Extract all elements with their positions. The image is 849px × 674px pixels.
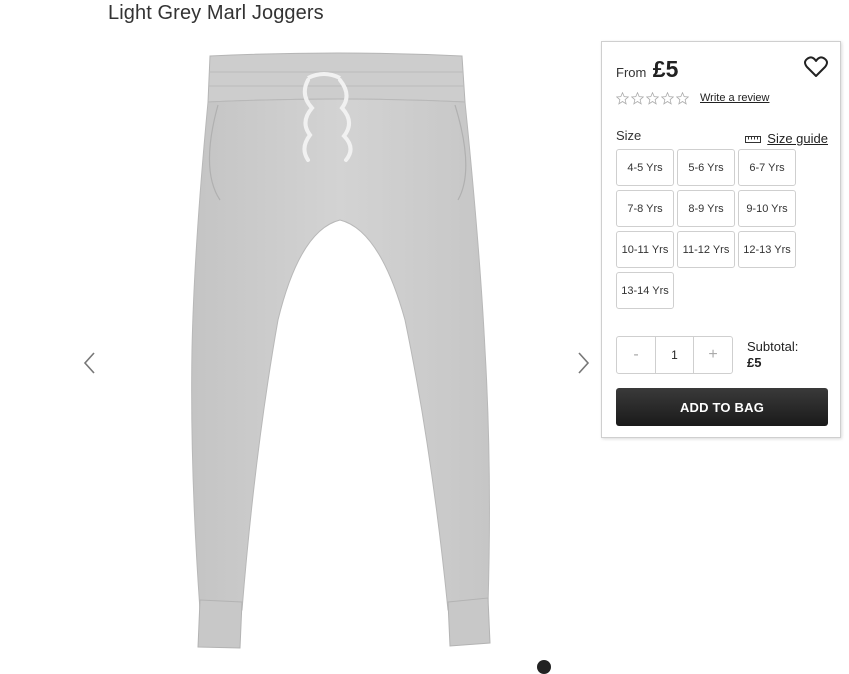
from-label: From <box>616 65 647 80</box>
size-option-button[interactable]: 13-14 Yrs <box>616 272 674 309</box>
size-guide-link[interactable]: Size guide <box>745 131 828 146</box>
chevron-left-icon <box>83 352 95 374</box>
heart-icon <box>804 56 828 77</box>
size-option-button[interactable]: 7-8 Yrs <box>616 190 674 227</box>
price: £5 <box>652 56 679 82</box>
gallery-prev-button[interactable] <box>80 348 100 378</box>
star-icon <box>646 92 659 105</box>
write-review-link[interactable]: Write a review <box>700 92 769 104</box>
star-icon <box>676 92 689 105</box>
add-to-bag-button[interactable]: ADD TO BAG <box>616 388 828 426</box>
size-option-button[interactable]: 5-6 Yrs <box>677 149 735 186</box>
star-icon <box>661 92 674 105</box>
quantity-input[interactable]: 1 <box>655 337 694 373</box>
size-options: 4-5 Yrs 5-6 Yrs 6-7 Yrs 7-8 Yrs 8-9 Yrs 9-10 … <box>616 149 806 310</box>
size-label: Size <box>616 128 642 143</box>
size-option-button[interactable]: 10-11 Yrs <box>616 231 674 268</box>
buy-panel: From £5 Write a review Size Size guide 4… <box>601 41 841 438</box>
size-guide-label: Size guide <box>767 131 828 146</box>
quantity-stepper: - 1 + <box>616 336 733 374</box>
star-icon <box>616 92 629 105</box>
chevron-right-icon <box>578 352 590 374</box>
gallery-next-button[interactable] <box>573 348 593 378</box>
size-option-button[interactable]: 11-12 Yrs <box>677 231 735 268</box>
quantity-decrease-button[interactable]: - <box>617 337 655 373</box>
gallery-indicator[interactable] <box>537 660 551 674</box>
size-option-button[interactable]: 12-13 Yrs <box>738 231 796 268</box>
ruler-icon <box>745 135 762 143</box>
quantity-increase-button[interactable]: + <box>694 337 732 373</box>
wishlist-button[interactable] <box>804 56 828 78</box>
subtotal-value: £5 <box>747 355 762 370</box>
size-option-button[interactable]: 9-10 Yrs <box>738 190 796 227</box>
size-option-button[interactable]: 8-9 Yrs <box>677 190 735 227</box>
subtotal-label: Subtotal: <box>747 339 799 354</box>
star-icon <box>631 92 644 105</box>
page-title: Light Grey Marl Joggers <box>108 2 324 24</box>
product-image <box>180 50 500 650</box>
subtotal: Subtotal: £5 <box>747 339 798 371</box>
size-option-button[interactable]: 4-5 Yrs <box>616 149 674 186</box>
price-row: From £5 <box>616 56 678 83</box>
size-option-button[interactable]: 6-7 Yrs <box>738 149 796 186</box>
rating-stars <box>616 92 689 105</box>
